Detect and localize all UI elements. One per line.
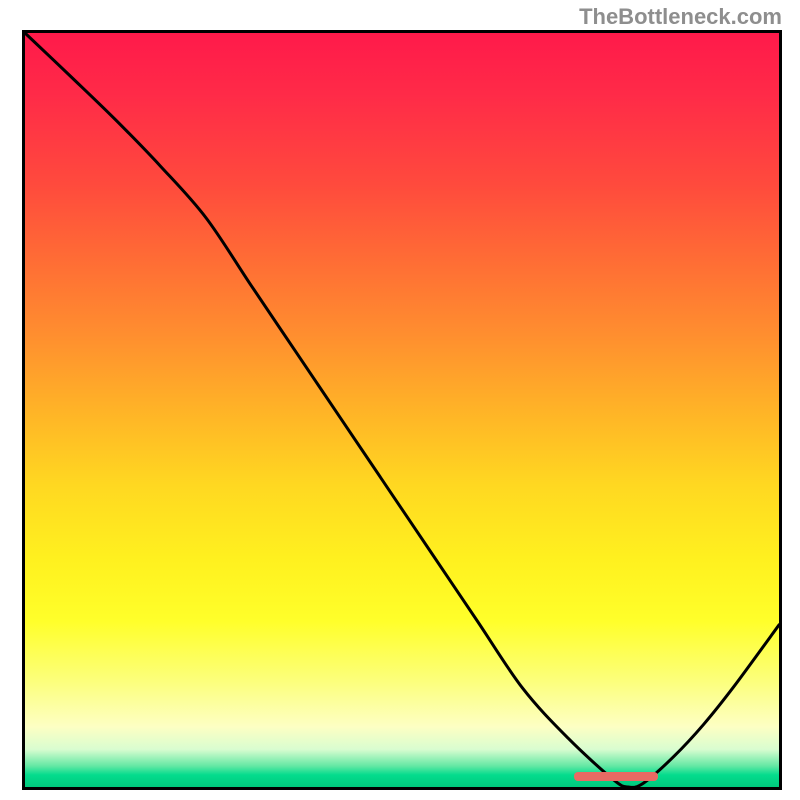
curve-path — [25, 33, 779, 787]
bottleneck-curve — [25, 33, 779, 787]
watermark-text: TheBottleneck.com — [579, 4, 782, 30]
optimal-zone-marker — [574, 772, 658, 781]
chart-frame — [22, 30, 782, 790]
